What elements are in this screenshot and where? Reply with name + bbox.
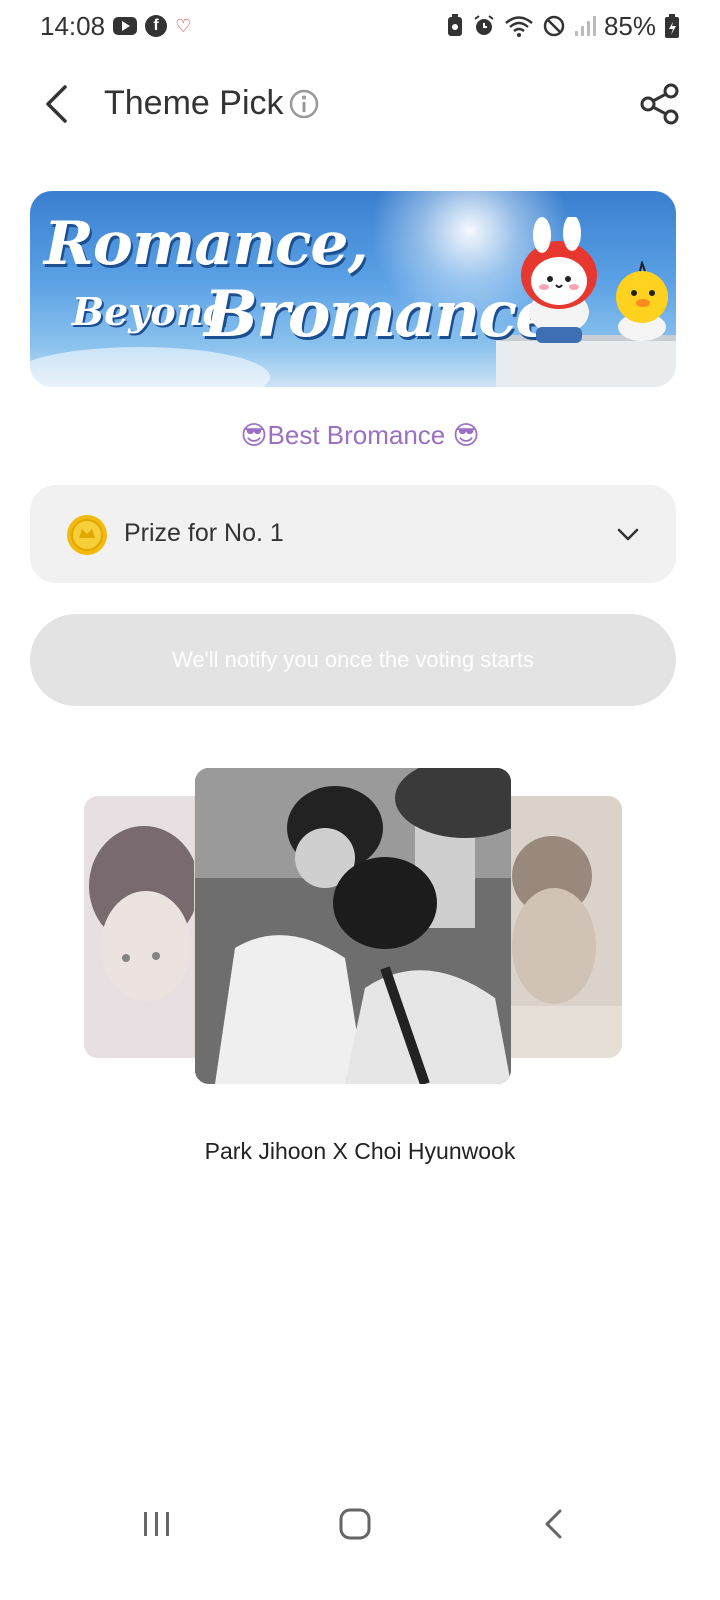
facebook-icon: f	[145, 15, 168, 37]
status-bar: 14:08 f ♡ 85%	[0, 0, 720, 52]
info-icon[interactable]	[288, 88, 320, 120]
signal-icon	[574, 16, 596, 36]
system-nav-bar	[0, 1480, 720, 1570]
alarm-icon	[474, 15, 494, 35]
share-icon[interactable]	[638, 82, 682, 126]
battery-icon	[665, 14, 679, 38]
status-right: 85%	[446, 11, 680, 42]
pair-photo-current	[195, 768, 511, 1084]
recents-button[interactable]	[132, 1504, 182, 1544]
do-not-disturb-icon	[543, 15, 565, 37]
recents-icon	[144, 1512, 169, 1536]
coin-icon	[67, 515, 107, 555]
nav-back-icon	[545, 1509, 562, 1539]
wifi-icon	[505, 16, 533, 37]
banner-title-line3: Bromance	[204, 277, 556, 352]
pair-name: Park Jihoon X Choi Hyunwook	[204, 1138, 516, 1164]
youtube-icon	[113, 17, 138, 35]
back-arrow-icon	[46, 85, 67, 123]
app-header: Theme Pick	[0, 70, 720, 140]
notify-button[interactable]: We'll notify you once the voting starts	[30, 614, 676, 706]
theme-banner: Romance, Beyond Bromance	[30, 191, 676, 387]
pair-carousel[interactable]	[0, 768, 720, 1088]
home-button[interactable]	[330, 1504, 380, 1544]
prize-label: Prize for No. 1	[124, 519, 284, 547]
status-time: 14:08	[40, 10, 106, 41]
prize-dropdown[interactable]: Prize for No. 1	[30, 485, 676, 583]
back-button[interactable]	[32, 80, 80, 128]
chevron-down-icon	[617, 528, 639, 541]
status-left: 14:08 f ♡	[40, 11, 191, 42]
battery-saver-icon	[447, 14, 462, 36]
chick-mascot	[616, 261, 668, 341]
page-title: Theme Pick	[104, 84, 284, 122]
battery-percent: 85%	[603, 10, 656, 41]
theme-subtitle: 😎Best Bromance 😎	[240, 420, 480, 450]
bunny-mascot	[521, 217, 597, 343]
carousel-card-current[interactable]	[195, 768, 511, 1084]
banner-cloud	[30, 347, 270, 387]
home-icon	[339, 1508, 371, 1540]
hearts-icon: ♡	[175, 15, 192, 36]
nav-back-button[interactable]	[528, 1504, 578, 1544]
banner-title-line1: Romance,	[44, 209, 368, 279]
